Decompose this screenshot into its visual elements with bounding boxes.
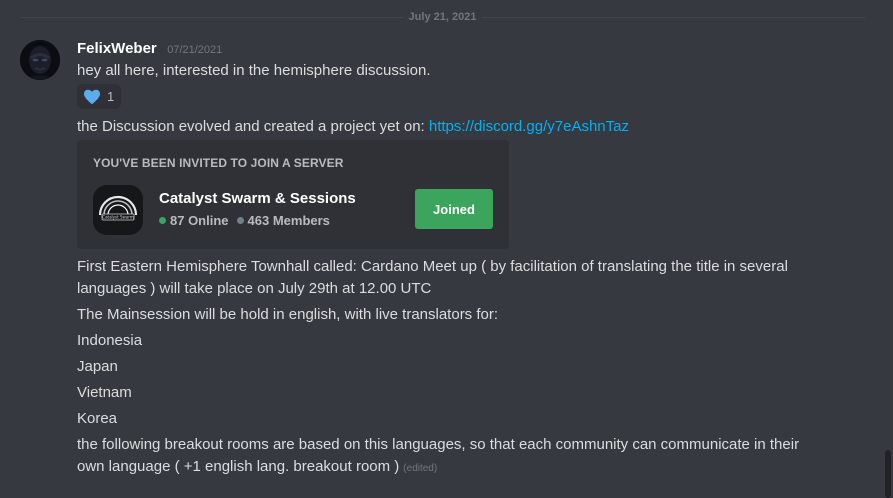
logo-text: Catalyst Swarm — [102, 215, 134, 220]
message-header: FelixWeber 07/21/2021 — [77, 40, 222, 58]
message-line: the following breakout rooms are based o… — [77, 436, 800, 453]
avatar-image — [20, 40, 60, 80]
message-text: the Discussion evolved and created a pro… — [77, 118, 429, 135]
online-count: 87 Online — [170, 213, 229, 228]
avatar[interactable] — [20, 40, 60, 80]
message-timestamp[interactable]: 07/21/2021 — [167, 44, 222, 56]
date-divider: July 21, 2021 — [20, 10, 865, 24]
date-divider-label: July 21, 2021 — [402, 10, 483, 24]
server-name[interactable]: Catalyst Swarm & Sessions — [159, 190, 356, 207]
invite-link[interactable]: https://discord.gg/y7eAshnTaz — [429, 118, 629, 135]
message-line: First Eastern Hemisphere Townhall called… — [77, 258, 788, 275]
reaction-button[interactable]: 1 — [77, 84, 121, 109]
joined-button[interactable]: Joined — [415, 189, 493, 229]
message-text: own language ( +1 english lang. breakout… — [77, 458, 400, 475]
language-item: Indonesia — [77, 332, 143, 349]
scrollbar[interactable] — [885, 450, 891, 498]
language-item: Japan — [77, 358, 118, 375]
message-line: own language ( +1 english lang. breakout… — [77, 456, 437, 480]
invite-heading: YOU'VE BEEN INVITED TO JOIN A SERVER — [93, 156, 344, 170]
chat-view: July 21, 2021 FelixWeber 07/21/2021 hey … — [0, 0, 893, 498]
message-line: The Mainsession will be hold in english,… — [77, 306, 499, 323]
heart-icon — [84, 89, 100, 104]
language-item: Korea — [77, 410, 118, 427]
edited-label[interactable]: (edited) — [403, 463, 437, 474]
members-status-icon — [236, 217, 244, 224]
message-line: the Discussion evolved and created a pro… — [77, 116, 629, 138]
online-status-icon — [159, 217, 166, 224]
server-stats: 87 Online 463 Members — [159, 213, 330, 228]
message-line: languages ) will take place on July 29th… — [77, 280, 432, 297]
member-count: 463 Members — [247, 213, 330, 228]
server-icon[interactable]: Catalyst Swarm — [93, 185, 143, 235]
catalyst-logo-icon: Catalyst Swarm — [93, 185, 143, 235]
server-invite-card: YOU'VE BEEN INVITED TO JOIN A SERVER Cat… — [77, 140, 509, 249]
language-item: Vietnam — [77, 384, 132, 401]
reaction-count: 1 — [107, 89, 115, 104]
message-line: hey all here, interested in the hemisphe… — [77, 62, 431, 79]
username[interactable]: FelixWeber — [77, 40, 157, 57]
